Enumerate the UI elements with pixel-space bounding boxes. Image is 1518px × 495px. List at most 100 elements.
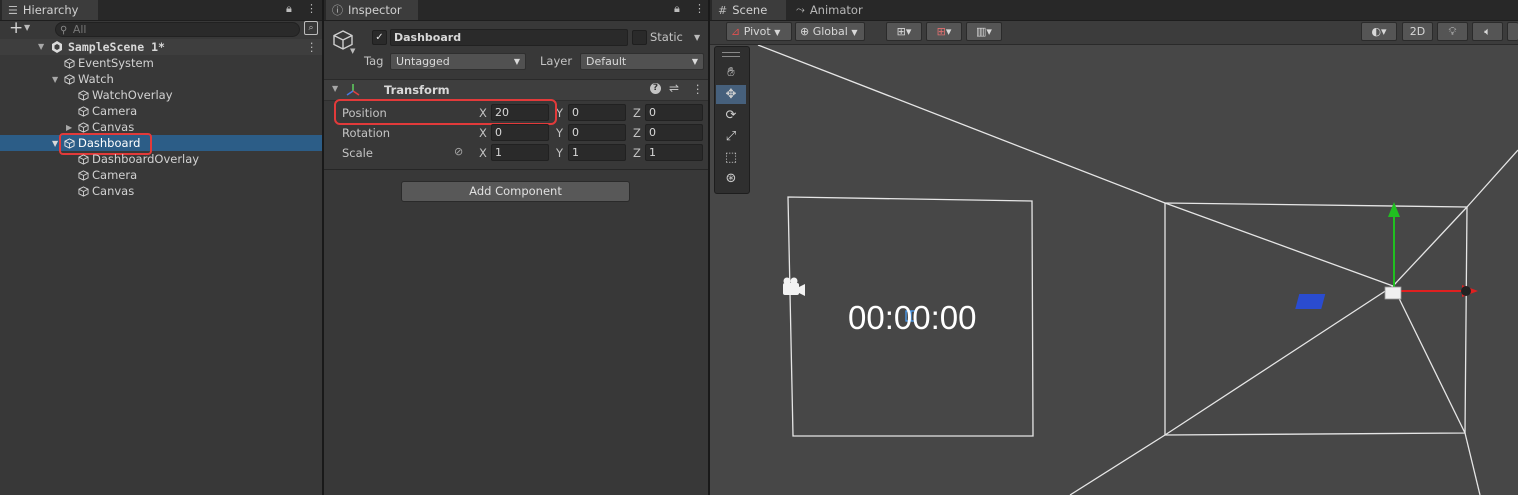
lighting-button[interactable]: 💡︎ bbox=[1437, 22, 1468, 41]
draw-mode-button[interactable]: ◐▾ bbox=[1361, 22, 1397, 41]
transform-header[interactable]: ▼ Transform ? ⇌ ⋮ bbox=[324, 79, 708, 101]
add-button[interactable]: + bbox=[9, 18, 23, 38]
globe-icon: ⊕ bbox=[800, 25, 810, 38]
hierarchy-item-watchoverlay[interactable]: WatchOverlay bbox=[78, 87, 173, 103]
gameobject-cube-icon bbox=[78, 122, 89, 133]
scene-viewport[interactable] bbox=[710, 45, 1518, 495]
collapse-arrow-icon[interactable]: ▶ bbox=[66, 123, 72, 132]
icon-dropdown-icon[interactable]: ▼ bbox=[350, 47, 355, 55]
constrain-proportions-icon[interactable]: ⊘ bbox=[454, 145, 463, 158]
foldout-arrow-icon[interactable]: ▼ bbox=[332, 84, 338, 93]
hierarchy-item-dashboardoverlay[interactable]: DashboardOverlay bbox=[78, 151, 199, 167]
rect-icon: ⬚ bbox=[724, 150, 738, 165]
rotation-x-axis-label: X bbox=[479, 126, 487, 140]
move-gizmo[interactable] bbox=[1295, 202, 1478, 309]
position-y-value: 0 bbox=[572, 106, 579, 119]
effects-button[interactable] bbox=[1507, 22, 1518, 41]
camera-gizmo-icon[interactable] bbox=[783, 277, 805, 297]
position-y-field[interactable]: 0 bbox=[568, 104, 626, 121]
more-menu-icon[interactable]: ⋮ bbox=[694, 2, 705, 15]
static-checkbox[interactable] bbox=[632, 30, 647, 45]
search-placeholder: All bbox=[72, 23, 87, 36]
hierarchy-item-eventsystem[interactable]: EventSystem bbox=[64, 55, 154, 71]
scale-x-value: 1 bbox=[495, 146, 502, 159]
expand-arrow-icon[interactable]: ▼ bbox=[52, 139, 58, 148]
tab-animator[interactable]: ⤳ Animator bbox=[790, 0, 880, 20]
search-icon: ⚲ bbox=[60, 25, 68, 36]
hierarchy-panel: ☰ Hierarchy 🔒︎ ⋮ + ▼ ⚲ All ⌕ ▼ SampleSce… bbox=[0, 0, 322, 495]
tab-hierarchy[interactable]: ☰ Hierarchy bbox=[2, 0, 98, 20]
position-y-axis-label: Y bbox=[556, 106, 564, 120]
lock-icon[interactable]: 🔒︎ bbox=[674, 2, 680, 16]
gameobject-cube-icon bbox=[64, 58, 75, 69]
scene-tabbar: # Scene ⤳ Animator bbox=[710, 0, 1518, 21]
hierarchy-item-camera[interactable]: Camera bbox=[78, 167, 137, 183]
rotation-y-field[interactable]: 0 bbox=[568, 124, 626, 141]
search-input[interactable]: ⚲ All bbox=[55, 22, 300, 37]
scale-x-field[interactable]: 1 bbox=[491, 144, 549, 161]
scale-tool-button[interactable]: ⤢ bbox=[716, 127, 746, 146]
transform-tool-button[interactable]: ⊛ bbox=[716, 169, 746, 188]
expand-arrow-icon[interactable]: ▼ bbox=[38, 39, 44, 55]
move-arrows-icon: ✥ bbox=[725, 87, 737, 102]
transform-title: Transform bbox=[384, 83, 450, 97]
tab-hierarchy-label: Hierarchy bbox=[22, 3, 79, 17]
lightbulb-icon: 💡︎ bbox=[1448, 25, 1457, 38]
view-tool-button[interactable]: ✋︎ bbox=[716, 63, 746, 82]
grid-snapping-button[interactable]: ⊞▾ bbox=[886, 22, 922, 41]
inspector-panel: ⓘ Inspector 🔒︎ ⋮ ▼ ✓ Dashboard Static ▼ … bbox=[324, 0, 708, 495]
object-name-input[interactable]: Dashboard bbox=[390, 29, 628, 46]
more-menu-icon[interactable]: ⋮ bbox=[306, 2, 317, 15]
grid-icon: # bbox=[718, 3, 728, 17]
expand-arrow-icon[interactable]: ▼ bbox=[52, 75, 58, 84]
scale-z-axis-label: Z bbox=[633, 146, 641, 160]
tool-palette-handle[interactable] bbox=[722, 52, 740, 57]
rotation-z-field[interactable]: 0 bbox=[645, 124, 703, 141]
pivot-toggle[interactable]: ⊿ Pivot ▼ bbox=[726, 22, 792, 41]
tab-inspector[interactable]: ⓘ Inspector bbox=[326, 0, 418, 20]
hierarchy-item-camera[interactable]: Camera bbox=[78, 103, 137, 119]
shading-sphere-icon: ◐▾ bbox=[1371, 25, 1387, 38]
move-tool-button[interactable]: ✥ bbox=[716, 85, 746, 104]
tag-dropdown[interactable]: Untagged ▼ bbox=[390, 53, 526, 70]
add-component-button[interactable]: Add Component bbox=[401, 181, 630, 202]
incremental-snap-button[interactable]: ⊞▾ bbox=[926, 22, 962, 41]
rect-tool-button[interactable]: ⬚ bbox=[716, 148, 746, 167]
grid-lines-icon: ▥▾ bbox=[976, 25, 992, 38]
scale-label: Scale bbox=[342, 146, 373, 160]
help-icon[interactable]: ? bbox=[650, 83, 661, 94]
global-toggle[interactable]: ⊕ Global ▼ bbox=[795, 22, 865, 41]
transform-axes-icon bbox=[346, 84, 360, 96]
audio-button[interactable]: 🔈︎ bbox=[1472, 22, 1503, 41]
grid-visibility-button[interactable]: ▥▾ bbox=[966, 22, 1002, 41]
rotate-tool-button[interactable]: ⟳ bbox=[716, 106, 746, 125]
position-z-field[interactable]: 0 bbox=[645, 104, 703, 121]
hand-icon: ✋︎ bbox=[727, 65, 735, 80]
selected-row-background bbox=[0, 135, 322, 151]
snap-icon: ⊞ bbox=[936, 25, 946, 38]
layer-dropdown[interactable]: Default ▼ bbox=[580, 53, 704, 70]
gameobject-cube-icon bbox=[78, 90, 89, 101]
scene-menu-icon[interactable]: ⋮ bbox=[306, 39, 318, 55]
rotation-z-axis-label: Z bbox=[633, 126, 641, 140]
hierarchy-item-watch[interactable]: Watch bbox=[64, 71, 114, 87]
component-menu-icon[interactable]: ⋮ bbox=[692, 82, 704, 96]
unity-scene-icon bbox=[52, 41, 62, 53]
mode-2d-button[interactable]: 2D bbox=[1402, 22, 1433, 41]
hierarchy-item-canvas[interactable]: Canvas bbox=[78, 183, 134, 199]
grid-snap-icon: ⊞▾ bbox=[896, 25, 912, 38]
scale-y-field[interactable]: 1 bbox=[568, 144, 626, 161]
lock-icon[interactable]: 🔒︎ bbox=[286, 2, 292, 16]
add-dropdown-icon[interactable]: ▼ bbox=[24, 23, 30, 32]
active-checkbox[interactable]: ✓ bbox=[372, 30, 387, 45]
static-dropdown-icon[interactable]: ▼ bbox=[694, 33, 700, 42]
gameobject-cube-icon bbox=[78, 106, 89, 117]
scene-row[interactable]: ▼ SampleScene 1* ⋮ bbox=[0, 39, 322, 55]
search-scene-icon[interactable]: ⌕ bbox=[304, 21, 318, 35]
preset-sliders-icon[interactable]: ⇌ bbox=[669, 81, 679, 95]
transform-all-icon: ⊛ bbox=[725, 171, 737, 186]
scale-z-field[interactable]: 1 bbox=[645, 144, 703, 161]
layer-label: Layer bbox=[540, 54, 573, 68]
tab-scene[interactable]: # Scene bbox=[712, 0, 786, 20]
rotation-x-field[interactable]: 0 bbox=[491, 124, 549, 141]
